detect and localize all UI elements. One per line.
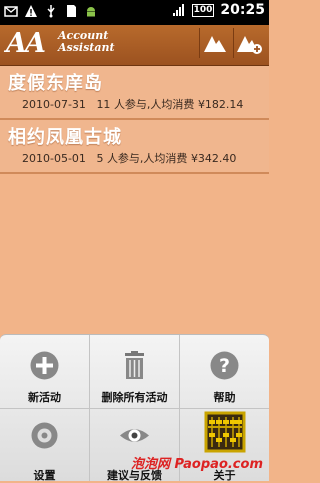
settings-icon [31, 422, 58, 449]
warning-icon [25, 5, 37, 17]
delete-all-menu-item[interactable]: 删除所有活动 [90, 335, 179, 408]
usb-icon [47, 5, 55, 18]
help-menu-item[interactable]: ? 帮助 [180, 335, 269, 408]
mountain-add-icon [237, 36, 262, 54]
status-bar: 100 20:25 [0, 0, 269, 25]
activity-title: 相约凤凰古城 [8, 127, 122, 148]
activity-meta: 2010-07-31 11 人参与,人均消费 ¥182.14 [22, 98, 244, 111]
watermark: 泡泡网 Paopao.com [130, 457, 263, 472]
battery-indicator: 100 [191, 3, 215, 17]
app-header: AA Account Assistant [0, 25, 269, 66]
add-activity-button[interactable] [233, 28, 264, 58]
eye-icon [120, 429, 149, 442]
settings-menu-item[interactable]: 设置 [0, 409, 89, 482]
help-icon: ? [210, 351, 239, 380]
new-activity-menu-item[interactable]: 新活动 [0, 335, 89, 408]
list-item[interactable]: 相约凤凰古城 2010-05-01 5 人参与,人均消费 ¥342.40 [0, 120, 269, 174]
status-time: 20:25 [220, 2, 265, 18]
activity-list: 度假东庠岛 2010-07-31 11 人参与,人均消费 ¥182.14 相约凤… [0, 66, 269, 174]
activity-meta: 2010-05-01 5 人参与,人均消费 ¥342.40 [22, 152, 237, 165]
trash-icon [125, 351, 144, 379]
abacus-icon [204, 411, 246, 453]
app-logo: AA [6, 28, 46, 59]
mountain-button[interactable] [199, 28, 230, 58]
email-icon [4, 6, 18, 17]
svg-text:?: ? [219, 355, 230, 377]
list-item[interactable]: 度假东庠岛 2010-07-31 11 人参与,人均消费 ¥182.14 [0, 66, 269, 120]
mountain-icon [204, 36, 226, 52]
add-icon [30, 351, 59, 380]
signal-icon [172, 4, 184, 16]
app-name: Account Assistant [58, 29, 115, 54]
sd-card-icon [67, 5, 76, 17]
activity-title: 度假东庠岛 [8, 73, 103, 94]
android-icon [87, 7, 95, 17]
